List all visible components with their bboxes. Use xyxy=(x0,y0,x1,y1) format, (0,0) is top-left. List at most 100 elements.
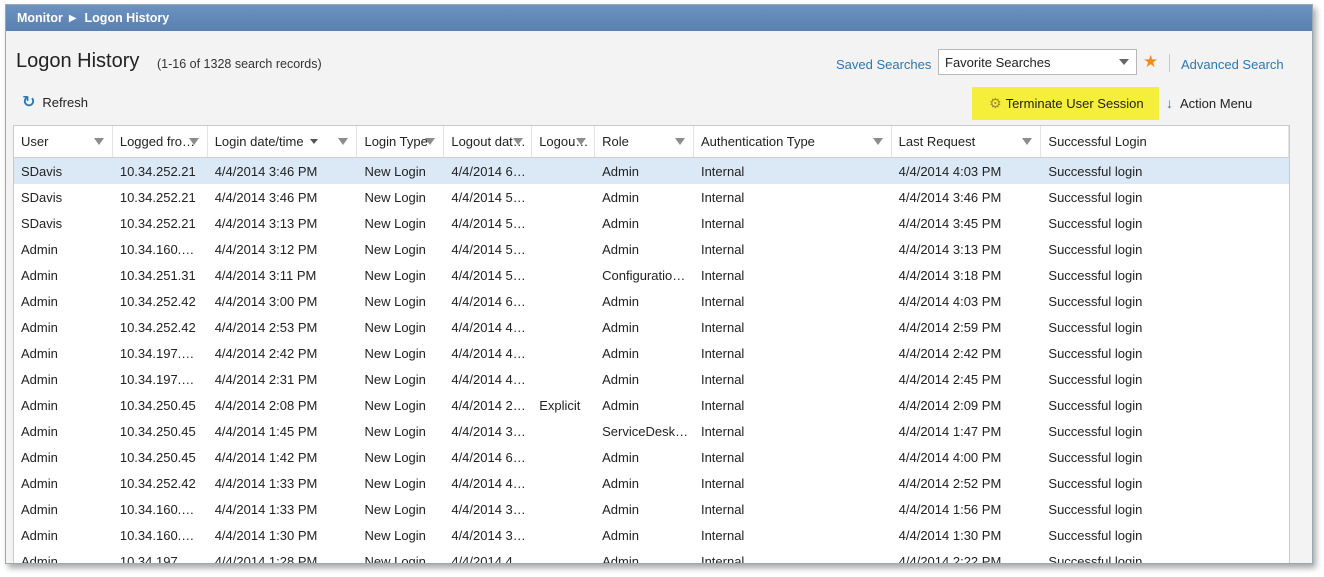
column-header-logout-type[interactable]: Logou… xyxy=(532,126,596,157)
table-row[interactable]: Admin 10.34.160.… 4/4/2014 3:12 PM New Logi… xyxy=(14,236,1289,262)
table-row[interactable]: Admin 10.34.160.… 4/4/2014 1:30 PM New Logi… xyxy=(14,522,1289,548)
cell-logged-from: 10.34.197.… xyxy=(119,553,195,564)
cell-last-request: 4/4/2014 2:09 PM xyxy=(898,397,1002,413)
table-row[interactable]: Admin 10.34.197.… 4/4/2014 1:28 PM New Logi… xyxy=(14,548,1289,564)
cell-logged-from: 10.34.252.21 xyxy=(119,163,196,179)
table-row[interactable]: Admin 10.34.250.45 4/4/2014 2:08 PM New Log… xyxy=(14,392,1289,418)
favorite-searches-select[interactable]: Favorite Searches xyxy=(938,49,1137,75)
cell-logged-from: 10.34.250.45 xyxy=(119,449,196,465)
column-header-role[interactable]: Role xyxy=(595,126,694,157)
filter-icon[interactable] xyxy=(1022,138,1033,145)
table-row[interactable]: SDavis 10.34.252.21 4/4/2014 3:46 PM New Lo… xyxy=(14,184,1289,210)
cell-login-type: New Login xyxy=(364,189,426,205)
saved-searches-link[interactable]: Saved Searches xyxy=(836,57,931,72)
table-row[interactable]: Admin 10.34.252.42 4/4/2014 1:33 PM New Log… xyxy=(14,470,1289,496)
table-row[interactable]: SDavis 10.34.252.21 4/4/2014 3:46 PM New Lo… xyxy=(14,158,1289,184)
cell-authentication-type: Internal xyxy=(700,397,745,413)
cell-successful-login: Successful login xyxy=(1048,189,1143,205)
cell-login-date: 4/4/2014 2:31 PM xyxy=(214,371,318,387)
triangle-right-icon: ▶ xyxy=(68,12,77,24)
cell-last-request: 4/4/2014 4:03 PM xyxy=(898,293,1002,309)
cell-user: Admin xyxy=(21,319,58,335)
cell-login-date: 4/4/2014 3:46 PM xyxy=(214,163,318,179)
cell-login-date: 4/4/2014 1:33 PM xyxy=(214,475,318,491)
cell-last-request: 4/4/2014 4:00 PM xyxy=(898,449,1002,465)
cell-login-type: New Login xyxy=(364,449,426,465)
terminate-user-session-button[interactable]: ⚙ Terminate User Session xyxy=(972,87,1159,120)
table-row[interactable]: SDavis 10.34.252.21 4/4/2014 3:13 PM New Lo… xyxy=(14,210,1289,236)
cell-successful-login: Successful login xyxy=(1048,449,1143,465)
cell-logout-date: 4/4/2014 5… xyxy=(451,215,526,231)
column-header-login-date[interactable]: Login date/time xyxy=(208,126,358,157)
table-row[interactable]: Admin 10.34.160.… 4/4/2014 1:33 PM New Logi… xyxy=(14,496,1289,522)
filter-icon[interactable] xyxy=(513,138,524,145)
filter-icon[interactable] xyxy=(93,138,104,145)
table-row[interactable]: Admin 10.34.252.42 4/4/2014 2:53 PM New Log… xyxy=(14,314,1289,340)
cell-authentication-type: Internal xyxy=(700,241,745,257)
cell-login-date: 4/4/2014 3:12 PM xyxy=(214,241,318,257)
arrow-down-icon: ↓ xyxy=(1166,95,1173,111)
filter-icon[interactable] xyxy=(674,138,685,145)
filter-icon[interactable] xyxy=(425,138,436,145)
advanced-search-link[interactable]: Advanced Search xyxy=(1181,57,1284,72)
cell-login-type: New Login xyxy=(364,423,426,439)
cell-last-request: 4/4/2014 3:46 PM xyxy=(898,189,1002,205)
divider xyxy=(1169,54,1170,72)
cell-login-date: 4/4/2014 2:42 PM xyxy=(214,345,318,361)
column-header-user[interactable]: User xyxy=(14,126,113,157)
column-header-successful-login[interactable]: Successful Login xyxy=(1041,126,1289,157)
column-header-authentication-type[interactable]: Authentication Type xyxy=(694,126,892,157)
filter-icon[interactable] xyxy=(188,138,199,145)
cell-last-request: 4/4/2014 2:42 PM xyxy=(898,345,1002,361)
filter-icon[interactable] xyxy=(338,138,349,145)
refresh-icon: ↻ xyxy=(22,93,36,111)
cell-user: Admin xyxy=(21,371,58,387)
table-body: SDavis 10.34.252.21 4/4/2014 3:46 PM New Lo… xyxy=(14,158,1289,564)
filter-icon[interactable] xyxy=(576,138,587,145)
star-icon[interactable]: ★ xyxy=(1143,52,1158,72)
breadcrumb-monitor[interactable]: Monitor xyxy=(17,11,63,25)
filter-icon[interactable] xyxy=(872,138,883,145)
sort-descending-icon xyxy=(309,139,318,144)
chevron-down-icon xyxy=(1119,59,1129,65)
favorite-searches-value: Favorite Searches xyxy=(945,54,1051,70)
cell-last-request: 4/4/2014 1:30 PM xyxy=(898,527,1002,543)
cell-login-date: 4/4/2014 3:46 PM xyxy=(214,189,318,205)
cell-logged-from: 10.34.252.21 xyxy=(119,189,196,205)
cell-successful-login: Successful login xyxy=(1048,215,1143,231)
cell-user: Admin xyxy=(21,423,58,439)
cell-successful-login: Successful login xyxy=(1048,527,1143,543)
table-row[interactable]: Admin 10.34.251.31 4/4/2014 3:11 PM New Log… xyxy=(14,262,1289,288)
cell-authentication-type: Internal xyxy=(700,449,745,465)
cell-logout-date: 4/4/2014 6… xyxy=(451,163,526,179)
cell-authentication-type: Internal xyxy=(700,163,745,179)
cell-last-request: 4/4/2014 4:03 PM xyxy=(898,163,1002,179)
table-row[interactable]: Admin 10.34.197.… 4/4/2014 2:42 PM New Logi… xyxy=(14,340,1289,366)
column-header-last-request[interactable]: Last Request xyxy=(892,126,1042,157)
cell-user: Admin xyxy=(21,527,58,543)
column-header-logout-date[interactable]: Logout dat… xyxy=(444,126,533,157)
record-count: (1-16 of 1328 search records) xyxy=(157,57,322,71)
terminate-label: Terminate User Session xyxy=(1005,96,1144,111)
cell-user: Admin xyxy=(21,553,58,564)
cell-logged-from: 10.34.197.… xyxy=(119,371,195,387)
title-row: Logon History (1-16 of 1328 search recor… xyxy=(16,49,1302,79)
cell-login-type: New Login xyxy=(364,397,426,413)
action-menu-button[interactable]: ↓ Action Menu xyxy=(1166,95,1252,111)
cell-last-request: 4/4/2014 3:13 PM xyxy=(898,241,1002,257)
table-row[interactable]: Admin 10.34.250.45 4/4/2014 1:45 PM New Log… xyxy=(14,418,1289,444)
cell-last-request: 4/4/2014 1:47 PM xyxy=(898,423,1002,439)
cell-logout-date: 4/4/2014 4… xyxy=(451,553,526,564)
table-row[interactable]: Admin 10.34.250.45 4/4/2014 1:42 PM New Log… xyxy=(14,444,1289,470)
table-row[interactable]: Admin 10.34.252.42 4/4/2014 3:00 PM New Log… xyxy=(14,288,1289,314)
column-header-logged-from[interactable]: Logged fro… xyxy=(113,126,208,157)
column-header-login-type[interactable]: Login Type xyxy=(357,126,445,157)
cell-successful-login: Successful login xyxy=(1048,319,1143,335)
cell-login-date: 4/4/2014 1:33 PM xyxy=(214,501,318,517)
cell-last-request: 4/4/2014 2:45 PM xyxy=(898,371,1002,387)
cell-login-type: New Login xyxy=(364,319,426,335)
cell-successful-login: Successful login xyxy=(1048,241,1143,257)
table-row[interactable]: Admin 10.34.197.… 4/4/2014 2:31 PM New Logi… xyxy=(14,366,1289,392)
cell-logged-from: 10.34.252.42 xyxy=(119,293,196,309)
refresh-button[interactable]: ↻ Refresh xyxy=(22,93,88,111)
